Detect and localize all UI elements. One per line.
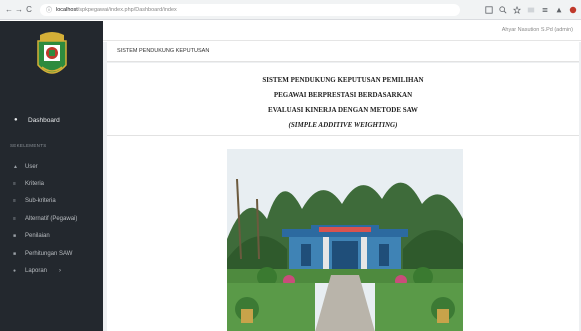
forward-arrow-icon[interactable]: →: [14, 5, 24, 14]
sidebar: ● Dashboard SEKELEMENTS ▲ User ≡ Kriteri…: [0, 21, 103, 331]
sidebar-item-user[interactable]: ▲ User: [0, 158, 103, 175]
extension-icon[interactable]: [527, 6, 535, 14]
title-line: PEGAWAI BERPRESTASI BERDASARKAN: [273, 91, 413, 99]
title-line: EVALUASI KINERJA DENGAN METODE SAW: [268, 106, 418, 114]
sidebar-item-laporan[interactable]: ● Laporan ›: [0, 262, 103, 279]
url-host: localhost: [56, 6, 78, 13]
user-icon: ▲: [13, 163, 18, 170]
sidebar-item-label: Perhitungan SAW: [25, 250, 73, 257]
sidebar-item-sub-kriteria[interactable]: ≡ Sub-kriteria: [0, 193, 103, 210]
info-icon[interactable]: ⓘ: [46, 5, 52, 14]
list-icon: ≡: [13, 198, 16, 205]
browser-toolbar: ← → C ⓘ localhost /spkpegawai/index.php/…: [0, 0, 581, 20]
office-building-photo: [227, 149, 463, 331]
sidebar-item-label: User: [25, 163, 38, 170]
browser-actions: [485, 5, 577, 14]
building-image: [227, 149, 463, 331]
sidebar-menu: ▲ User ≡ Kriteria ≡ Sub-kriteria ≡ Alter…: [0, 158, 103, 280]
table-icon: ■: [13, 250, 17, 257]
photo-panel: [107, 135, 579, 331]
sidebar-item-perhitungan-saw[interactable]: ■ Perhitungan SAW: [0, 245, 103, 262]
top-navbar: Ahyar Nasution S.Pd (admin): [103, 21, 581, 41]
address-bar[interactable]: ⓘ localhost /spkpegawai/index.php/Dashbo…: [40, 3, 460, 16]
logo-area: [0, 21, 103, 93]
file-icon: ●: [13, 268, 17, 275]
title-line: SISTEM PENDUKUNG KEPUTUSAN PEMILIHAN: [262, 76, 424, 84]
main-content: SISTEM PENDUKUNG KEPUTUSAN SISTEM PENDUK…: [103, 42, 581, 331]
emblem-logo: [36, 32, 67, 74]
star-icon[interactable]: [513, 5, 521, 14]
list-icon: ≡: [13, 181, 16, 188]
table-icon: ■: [13, 233, 17, 240]
list-icon: ≡: [13, 215, 16, 222]
sidebar-item-dashboard[interactable]: ● Dashboard: [0, 109, 103, 131]
sidebar-item-kriteria[interactable]: ≡ Kriteria: [0, 175, 103, 192]
menu-icon[interactable]: [541, 6, 549, 14]
zoom-icon[interactable]: [499, 5, 507, 14]
back-arrow-icon[interactable]: ←: [4, 5, 14, 14]
sidebar-item-label: Penilaian: [25, 233, 50, 240]
sidebar-item-label: Kriteria: [25, 181, 45, 188]
sidebar-item-alternatif[interactable]: ≡ Alternatif (Pegawai): [0, 210, 103, 227]
sidebar-item-label: Sub-kriteria: [25, 198, 56, 205]
home-icon: ●: [14, 117, 18, 123]
profile-icon[interactable]: [569, 6, 577, 14]
sidebar-item-label: Dashboard: [28, 116, 60, 124]
sidebar-section-label: SEKELEMENTS: [10, 143, 47, 148]
panel-title: SISTEM PENDUKUNG KEPUTUSAN: [107, 42, 579, 62]
reload-icon[interactable]: C: [24, 5, 34, 14]
sidebar-item-penilaian[interactable]: ■ Penilaian: [0, 228, 103, 245]
sidebar-item-label: Alternatif (Pegawai): [25, 215, 78, 222]
translate-icon[interactable]: [485, 5, 493, 14]
chevron-right-icon: ›: [59, 268, 62, 275]
user-menu[interactable]: Ahyar Nasution S.Pd (admin): [502, 27, 573, 33]
puzzle-icon[interactable]: [555, 6, 563, 14]
title-line: (SIMPLE ADDITIVE WEIGHTING): [288, 121, 398, 129]
url-path: /spkpegawai/index.php/Dashboard/index: [77, 6, 177, 13]
sidebar-item-label: Laporan: [25, 268, 48, 275]
